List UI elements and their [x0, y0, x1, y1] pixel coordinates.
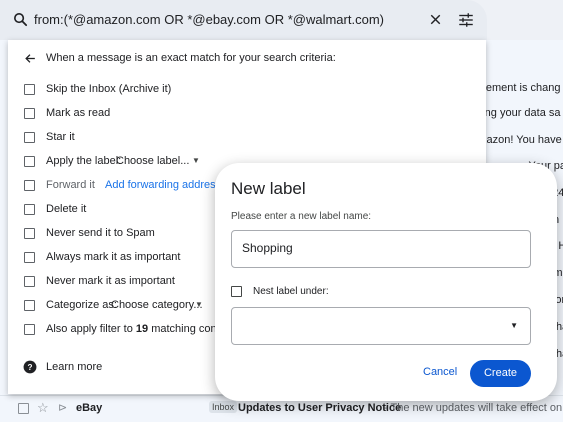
apply-existing-checkbox[interactable] — [24, 324, 35, 335]
skip-inbox-checkbox[interactable] — [24, 84, 35, 95]
email-snippet: - The new updates will take effect on 24… — [384, 402, 563, 414]
dropdown-arrow-icon: ▼ — [195, 300, 203, 309]
always-important-checkbox[interactable] — [24, 252, 35, 263]
inbox-badge: Inbox — [209, 401, 238, 413]
option-label: Categorize as: — [46, 299, 117, 311]
back-arrow-icon[interactable] — [24, 52, 37, 70]
learn-more-link[interactable]: Learn more — [46, 361, 102, 373]
option-label: Never send it to Spam — [46, 227, 155, 239]
option-label: Delete it — [46, 203, 87, 215]
email-subject: Updates to User Privacy Notice — [238, 402, 402, 414]
search-options-icon[interactable] — [457, 11, 475, 34]
matching-count: 19 — [135, 323, 149, 335]
nest-label-checkbox[interactable] — [231, 286, 242, 297]
svg-text:?: ? — [28, 363, 33, 372]
option-label: Also apply filter to 19 matching convers… — [46, 323, 244, 335]
apply-label-checkbox[interactable] — [24, 156, 35, 167]
choose-category-select[interactable]: Choose category... — [111, 299, 203, 311]
choose-label-select[interactable]: Choose label... — [116, 155, 189, 167]
option-skip-inbox[interactable]: Skip the Inbox (Archive it) — [8, 80, 486, 100]
option-star-it[interactable]: Star it — [8, 128, 486, 148]
close-icon[interactable] — [427, 11, 444, 33]
option-label: Mark as read — [46, 107, 111, 119]
add-forwarding-address-link[interactable]: Add forwarding address — [105, 179, 221, 191]
nest-label-row[interactable]: Nest label under: — [231, 285, 531, 301]
categorize-checkbox[interactable] — [24, 300, 35, 311]
option-label: Skip the Inbox (Archive it) — [46, 83, 172, 95]
important-marker-icon[interactable]: ⊳ — [58, 401, 67, 414]
never-spam-checkbox[interactable] — [24, 228, 35, 239]
option-label: Always mark it as important — [46, 251, 181, 263]
parent-label-select[interactable]: ▼ — [231, 307, 531, 345]
new-label-dialog: New label Please enter a new label name:… — [215, 163, 557, 401]
mark-as-read-checkbox[interactable] — [24, 108, 35, 119]
search-input[interactable]: from:(*@amazon.com OR *@ebay.com OR *@wa… — [34, 12, 384, 27]
option-mark-as-read[interactable]: Mark as read — [8, 104, 486, 124]
never-important-checkbox[interactable] — [24, 276, 35, 287]
row-checkbox[interactable] — [18, 403, 29, 414]
option-label: Star it — [46, 131, 75, 143]
star-it-checkbox[interactable] — [24, 132, 35, 143]
search-bar[interactable]: from:(*@amazon.com OR *@ebay.com OR *@wa… — [0, 0, 487, 40]
option-label: Forward it — [46, 179, 95, 191]
dialog-title: New label — [231, 179, 306, 198]
gmail-window: greement is chang eping your data sa Ama… — [0, 0, 563, 422]
filter-criteria-title: When a message is an exact match for you… — [46, 52, 336, 64]
cancel-button[interactable]: Cancel — [423, 366, 457, 378]
option-label: Never mark it as important — [46, 275, 175, 287]
label-name-prompt: Please enter a new label name: — [231, 211, 372, 222]
dropdown-arrow-icon: ▼ — [192, 156, 200, 165]
filter-header: When a message is an exact match for you… — [8, 50, 486, 68]
label-name-field[interactable] — [231, 230, 531, 268]
label-name-input[interactable] — [242, 241, 512, 255]
search-icon[interactable] — [12, 11, 29, 33]
option-label: Apply the label: — [46, 155, 122, 167]
email-sender: eBay — [76, 402, 103, 414]
delete-it-checkbox[interactable] — [24, 204, 35, 215]
forward-it-checkbox[interactable] — [24, 180, 35, 191]
apply-existing-label: Also apply filter to — [46, 323, 133, 335]
nest-label-text: Nest label under: — [253, 286, 329, 297]
create-button[interactable]: Create — [470, 360, 531, 387]
dropdown-arrow-icon: ▼ — [510, 321, 518, 330]
star-icon[interactable]: ☆ — [37, 400, 49, 416]
help-icon[interactable]: ? — [23, 360, 37, 377]
